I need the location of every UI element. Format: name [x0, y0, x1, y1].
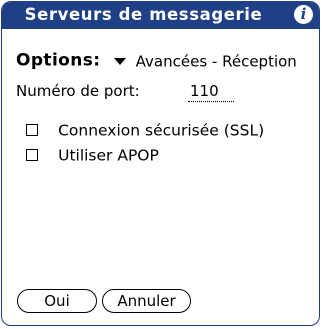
checkbox-row-ssl[interactable]: Connexion sécurisée (SSL): [26, 120, 264, 140]
options-selected-value: Avancées - Réception: [135, 52, 297, 71]
options-popup-trigger[interactable]: Avancées - Réception: [113, 51, 297, 71]
checkbox-row-apop[interactable]: Utiliser APOP: [26, 145, 159, 165]
port-number-field[interactable]: [188, 81, 234, 102]
ssl-checkbox-label: Connexion sécurisée (SSL): [58, 121, 265, 140]
port-row: Numéro de port:: [16, 81, 234, 102]
ok-button[interactable]: Oui: [17, 289, 97, 313]
cancel-button[interactable]: Annuler: [102, 289, 191, 313]
info-icon[interactable]: i: [294, 5, 313, 24]
title-bar: Serveurs de messagerie i: [2, 2, 319, 29]
triangle-down-icon: [113, 57, 126, 65]
apop-checkbox[interactable]: [26, 148, 38, 161]
ssl-checkbox[interactable]: [26, 123, 38, 136]
dialog-title: Serveurs de messagerie: [24, 5, 263, 24]
options-row: Options: Avancées - Réception: [16, 50, 297, 72]
port-label: Numéro de port:: [16, 82, 140, 100]
apop-checkbox-label: Utiliser APOP: [58, 146, 159, 165]
dialog-frame: Serveurs de messagerie i Options: Avancé…: [1, 1, 320, 326]
options-label: Options:: [16, 50, 101, 71]
